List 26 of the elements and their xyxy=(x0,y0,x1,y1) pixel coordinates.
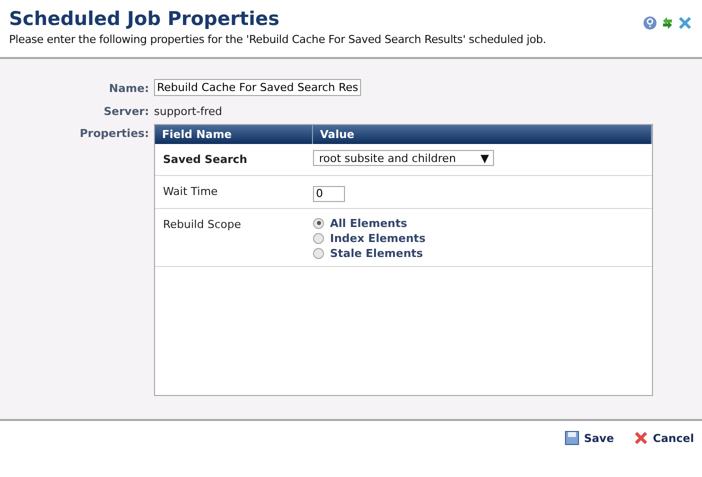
help-icon[interactable] xyxy=(643,16,657,30)
refresh-icon[interactable] xyxy=(661,16,674,30)
server-label: Server: xyxy=(102,104,149,118)
wait-time-field[interactable]: 0 xyxy=(313,186,345,202)
radio-icon[interactable] xyxy=(313,218,324,228)
column-header: Field Name xyxy=(155,125,313,144)
page-description: Please enter the following properties for the 'Rebuild Cache For Saved Search Results' scheduled job. xyxy=(9,33,546,46)
close-icon[interactable] xyxy=(678,16,692,30)
cancel-icon xyxy=(634,431,648,445)
radio-option[interactable]: All Elements xyxy=(313,216,652,230)
radio-icon[interactable] xyxy=(313,232,324,244)
column-header: Value xyxy=(313,125,652,144)
radio-icon[interactable] xyxy=(313,248,324,258)
field-name: Saved Search xyxy=(162,152,248,168)
save-button[interactable]: Save xyxy=(564,431,614,445)
saved-search-dropdown[interactable]: root subsite and children ▼ xyxy=(313,150,494,166)
field-name: Rebuild Scope xyxy=(162,216,242,232)
page-title: Scheduled Job Properties xyxy=(9,8,280,30)
cancel-button[interactable]: Cancel xyxy=(634,431,694,445)
name-label: Name: xyxy=(108,81,149,95)
name-field[interactable]: Rebuild Cache For Saved Search Res xyxy=(154,79,362,96)
radio-option[interactable]: Index Elements xyxy=(313,232,652,244)
radio-option[interactable]: Stale Elements xyxy=(313,246,652,260)
server-value: support-fred xyxy=(154,104,224,118)
properties-label: Properties: xyxy=(78,126,149,140)
field-name: Wait Time xyxy=(162,184,219,200)
